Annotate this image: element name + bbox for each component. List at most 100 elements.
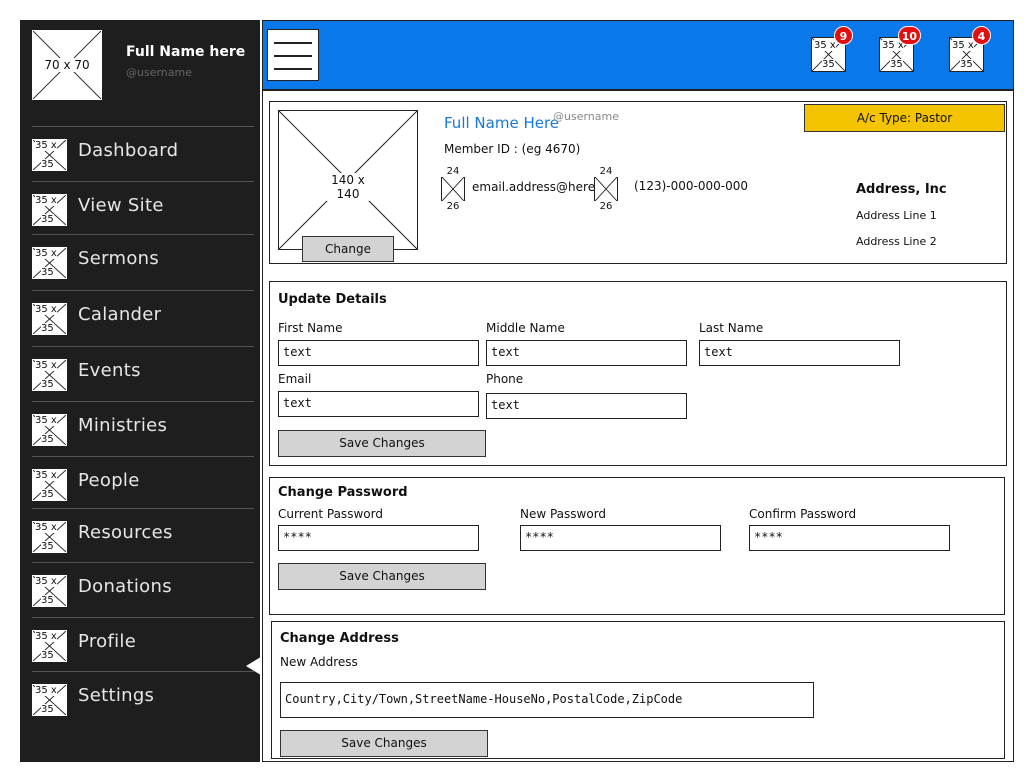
middle-name-input[interactable]: text [486, 340, 687, 366]
icon-caption-top: 35 x [35, 140, 57, 151]
sidebar-username: @username [126, 66, 192, 79]
sidebar-item-people[interactable]: 35 x 35 People [32, 456, 254, 510]
icon-caption-top: 35 x [35, 360, 57, 371]
last-name-label: Last Name [699, 321, 764, 335]
sidebar-divider [32, 401, 254, 402]
sidebar-item-label: Calander [78, 304, 162, 325]
sidebar-item-label: Donations [78, 576, 172, 597]
email-field[interactable]: text [278, 391, 479, 417]
change-password-title: Change Password [278, 485, 408, 500]
account-type-badge: A/c Type: Pastor [804, 104, 1005, 132]
icon-caption-top: 35 x [35, 470, 57, 481]
icon-caption-bottom: 35 [41, 704, 54, 715]
sidebar-divider [32, 346, 254, 347]
hamburger-menu-icon[interactable] [267, 29, 319, 81]
phone-field[interactable]: text [486, 393, 687, 419]
new-address-input[interactable]: Country,City/Town,StreetName-HouseNo,Pos… [280, 682, 814, 718]
sidebar-item-view-site[interactable]: 35 x 35 View Site [32, 181, 254, 235]
sidebar-item-label: People [78, 470, 140, 491]
confirm-password-input[interactable]: **** [749, 525, 950, 551]
notification-count-badge: 9 [834, 26, 853, 45]
first-name-input[interactable]: text [278, 340, 479, 366]
save-address-button[interactable]: Save Changes [280, 730, 488, 757]
phone-icon [594, 176, 618, 202]
new-password-label: New Password [520, 507, 607, 521]
change-picture-button[interactable]: Change [302, 236, 394, 262]
sidebar-item-ministries[interactable]: 35 x 35 Ministries [32, 401, 254, 455]
sidebar-item-label: Ministries [78, 415, 168, 436]
current-password-input[interactable]: **** [278, 525, 479, 551]
sidebar-item-label: Sermons [78, 248, 160, 269]
icon-caption-bottom: 35 [41, 434, 54, 445]
sidebar: 70 x 70 Full Name here @username 35 x 35 D… [20, 20, 282, 762]
sidebar-item-calander[interactable]: 35 x 35 Calander [32, 290, 254, 344]
sidebar-item-label: Resources [78, 522, 173, 543]
icon-caption-bottom: 35 [960, 59, 973, 70]
notification-icon[interactable]: 35 x 35 9 [811, 26, 853, 72]
icon-caption-top: 35 x [35, 631, 57, 642]
sidebar-divider [32, 126, 254, 127]
sidebar-divider [32, 508, 254, 509]
notification-icon[interactable]: 35 x 35 4 [949, 26, 991, 72]
sidebar-item-events[interactable]: 35 x 35 Events [32, 346, 254, 400]
update-details-panel: Update Details First Name text Middle Na… [269, 281, 1007, 466]
sidebar-item-profile[interactable]: 35 x 35 Profile [32, 617, 254, 671]
icon-caption-top: 35 x [35, 685, 57, 696]
placeholder-image-icon: 35 x 35 [32, 303, 67, 335]
icon-caption-top: 35 x [35, 304, 57, 315]
address-line-2: Address Line 2 [856, 235, 937, 248]
icon-caption-bottom: 35 [41, 541, 54, 552]
change-address-title: Change Address [280, 631, 399, 646]
profile-card: 140 x 140 Change Full Name Here @usernam… [269, 101, 1007, 264]
sidebar-item-sermons[interactable]: 35 x 35 Sermons [32, 234, 254, 288]
icon-caption-bottom: 35 [41, 489, 54, 500]
sidebar-item-label: Profile [78, 631, 137, 652]
profile-email: email.address@here [472, 180, 596, 194]
email-icon-caption-bottom: 26 [441, 201, 465, 212]
icon-caption-bottom: 35 [822, 59, 835, 70]
sidebar-item-donations[interactable]: 35 x 35 Donations [32, 562, 254, 616]
sidebar-item-label: Settings [78, 685, 155, 706]
email-icon-caption-top: 24 [441, 166, 465, 177]
placeholder-image-icon: 35 x 35 [32, 469, 67, 501]
profile-picture-caption: 140 x 140 [319, 173, 377, 201]
placeholder-image-icon: 35 x 35 [32, 139, 67, 171]
placeholder-image-icon: 35 x 35 [32, 684, 67, 716]
sidebar-item-dashboard[interactable]: 35 x 35 Dashboard [32, 126, 254, 180]
icon-caption-bottom: 35 [41, 267, 54, 278]
first-name-label: First Name [278, 321, 343, 335]
sidebar-item-resources[interactable]: 35 x 35 Resources [32, 508, 254, 562]
notification-icon[interactable]: 35 x 35 10 [879, 26, 921, 72]
icon-caption-bottom: 35 [41, 214, 54, 225]
new-password-input[interactable]: **** [520, 525, 721, 551]
last-name-input[interactable]: text [699, 340, 900, 366]
sidebar-full-name: Full Name here [126, 44, 246, 60]
notification-count-badge: 4 [972, 26, 991, 45]
icon-caption-bottom: 35 [41, 379, 54, 390]
sidebar-divider [32, 456, 254, 457]
icon-caption-top: 35 x [35, 248, 57, 259]
email-icon [441, 176, 465, 202]
icon-caption-top: 35 x [35, 195, 57, 206]
icon-caption-top: 35 x [35, 522, 57, 533]
address-company: Address, Inc [856, 182, 947, 197]
save-password-button[interactable]: Save Changes [278, 563, 486, 590]
icon-caption-bottom: 35 [41, 595, 54, 606]
phone-label: Phone [486, 372, 524, 386]
placeholder-image-icon: 35 x 35 [32, 359, 67, 391]
main-content: 140 x 140 Change Full Name Here @usernam… [262, 90, 1014, 762]
icon-caption-top: 35 x [952, 40, 974, 51]
placeholder-image-icon: 35 x 35 [32, 247, 67, 279]
profile-full-name: Full Name Here [444, 114, 560, 132]
change-address-panel: Change Address New Address Country,City/… [271, 621, 1005, 759]
current-password-label: Current Password [278, 507, 383, 521]
placeholder-image-icon: 35 x 35 [32, 575, 67, 607]
address-line-1: Address Line 1 [856, 209, 937, 222]
profile-username: @username [553, 110, 619, 123]
icon-caption-top: 35 x [814, 40, 836, 51]
save-details-button[interactable]: Save Changes [278, 430, 486, 457]
middle-name-label: Middle Name [486, 321, 565, 335]
phone-icon-caption-top: 24 [594, 166, 618, 177]
sidebar-item-settings[interactable]: 35 x 35 Settings [32, 671, 254, 725]
member-id: Member ID : (eg 4670) [444, 142, 581, 156]
